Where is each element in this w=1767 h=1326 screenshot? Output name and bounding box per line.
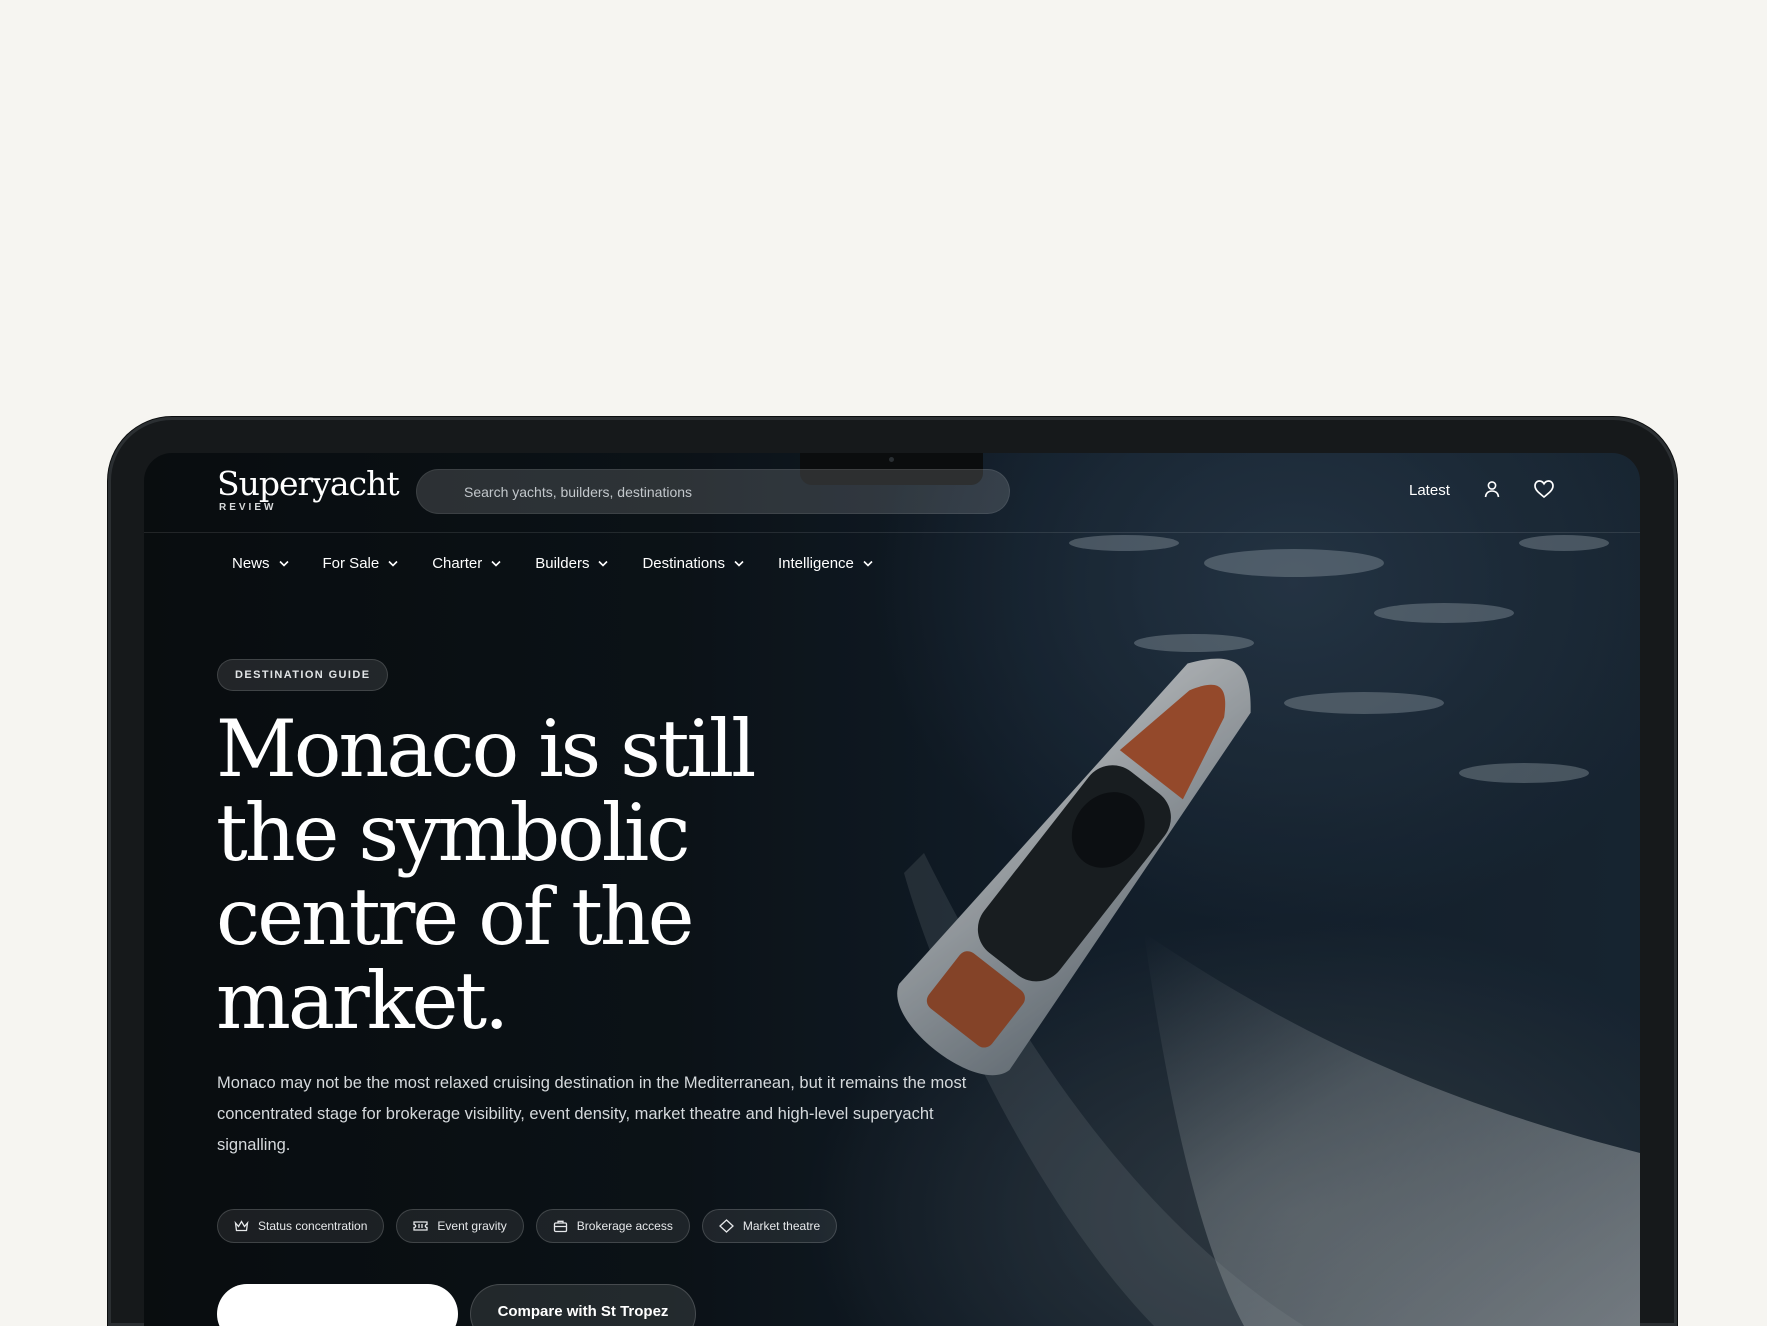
chevron-down-icon (491, 560, 501, 567)
nav-item-label: Destinations (642, 554, 725, 572)
nav-item-destinations[interactable]: Destinations (642, 552, 744, 574)
hero-headline: Monaco is still the symbolic centre of t… (216, 703, 756, 1047)
chip-label: Market theatre (742, 1219, 821, 1233)
camera-icon (889, 457, 894, 462)
hero-lede: Monaco may not be the most relaxed cruis… (217, 1074, 967, 1154)
crown-icon (234, 1220, 249, 1232)
primary-cta-button[interactable] (217, 1284, 458, 1326)
feature-chips: Status concentration Event gravity Broke… (217, 1209, 849, 1243)
logo-title: Superyacht (217, 464, 400, 503)
chevron-down-icon (734, 560, 744, 567)
chip-label: Status concentration (258, 1219, 368, 1233)
chip-market-theatre[interactable]: Market theatre (701, 1209, 838, 1243)
ticket-icon (413, 1221, 429, 1231)
search-input[interactable]: Search yachts, builders, destinations (416, 469, 1010, 514)
header-divider (144, 532, 1640, 533)
chevron-down-icon (863, 560, 873, 567)
nav-item-intelligence[interactable]: Intelligence (778, 552, 873, 574)
latest-link[interactable]: Latest (1409, 482, 1450, 499)
chip-status-concentration[interactable]: Status concentration (217, 1209, 385, 1243)
laptop-frame: Superyacht REVIEW Search yachts, builder… (108, 417, 1677, 1326)
nav-item-for-sale[interactable]: For Sale (323, 552, 399, 574)
nav-item-label: For Sale (322, 554, 380, 572)
diamond-icon (718, 1219, 734, 1233)
search-placeholder: Search yachts, builders, destinations (464, 484, 693, 500)
category-badge: DESTINATION GUIDE (217, 659, 389, 691)
compare-button[interactable]: Compare with St Tropez (470, 1284, 696, 1326)
nav-item-charter[interactable]: Charter (432, 552, 501, 574)
main-nav: News For Sale Charter Builders Destinati… (232, 552, 907, 574)
nav-item-label: Intelligence (778, 554, 854, 572)
chip-event-gravity[interactable]: Event gravity (396, 1209, 524, 1243)
screen: Superyacht REVIEW Search yachts, builder… (144, 453, 1640, 1326)
chevron-down-icon (388, 560, 398, 567)
nav-item-news[interactable]: News (232, 552, 289, 574)
heart-icon[interactable] (1533, 479, 1555, 499)
nav-item-label: Builders (535, 554, 590, 572)
chip-brokerage-access[interactable]: Brokerage access (535, 1209, 690, 1243)
user-icon[interactable] (1482, 479, 1502, 499)
chevron-down-icon (278, 560, 289, 567)
chip-label: Event gravity (437, 1219, 507, 1233)
briefcase-icon (553, 1220, 567, 1233)
nav-item-label: News (232, 554, 270, 572)
chip-label: Brokerage access (576, 1219, 673, 1233)
nav-item-label: Charter (432, 554, 483, 572)
nav-item-builders[interactable]: Builders (535, 552, 609, 574)
chevron-down-icon (598, 560, 609, 567)
site-logo[interactable]: Superyacht REVIEW (217, 464, 400, 513)
